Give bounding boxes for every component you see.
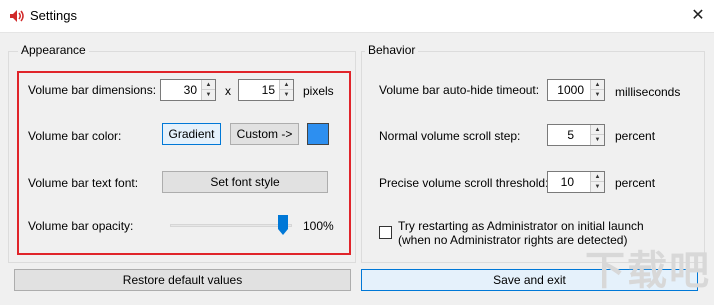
scroll-step-label: Normal volume scroll step: [379,129,521,143]
opacity-value: 100% [303,219,334,233]
font-label: Volume bar text font: [28,176,139,190]
gradient-button[interactable]: Gradient [162,123,221,145]
window-title: Settings [30,8,77,23]
color-label: Volume bar color: [28,129,122,143]
opacity-slider-thumb[interactable] [278,215,288,235]
autohide-spinner[interactable]: 1000 ▲ ▼ [547,79,605,101]
admin-restart-label-line1: Try restarting as Administrator on initi… [398,219,644,233]
dimension-separator: x [225,84,231,98]
scroll-step-spinner-arrows[interactable]: ▲ ▼ [590,125,604,145]
title-bar: Settings ✕ [0,0,714,32]
scroll-step-unit: percent [615,129,656,143]
precise-down-arrow-icon[interactable]: ▼ [591,182,604,192]
precise-threshold-label: Precise volume scroll threshold: [379,176,549,190]
autohide-down-arrow-icon[interactable]: ▼ [591,90,604,100]
width-up-arrow-icon[interactable]: ▲ [202,80,215,90]
precise-threshold-value[interactable]: 10 [548,172,578,192]
width-down-arrow-icon[interactable]: ▼ [202,90,215,100]
behavior-group-label: Behavior [365,43,419,57]
admin-restart-checkbox[interactable] [379,226,392,239]
watermark-logo: 下载吧 [585,249,711,293]
dimensions-label: Volume bar dimensions: [28,83,157,97]
autohide-value[interactable]: 1000 [548,80,588,100]
height-value[interactable]: 15 [239,80,279,100]
autohide-up-arrow-icon[interactable]: ▲ [591,80,604,90]
height-up-arrow-icon[interactable]: ▲ [280,80,293,90]
scroll-step-down-arrow-icon[interactable]: ▼ [591,135,604,145]
height-spinner[interactable]: 15 ▲ ▼ [238,79,294,101]
height-spinner-arrows[interactable]: ▲ ▼ [279,80,293,100]
scroll-step-value[interactable]: 5 [548,125,578,145]
width-value[interactable]: 30 [161,80,201,100]
speaker-icon [9,9,25,23]
width-spinner-arrows[interactable]: ▲ ▼ [201,80,215,100]
width-spinner[interactable]: 30 ▲ ▼ [160,79,216,101]
precise-threshold-unit: percent [615,176,656,190]
precise-up-arrow-icon[interactable]: ▲ [591,172,604,182]
appearance-group-label: Appearance [18,43,89,57]
autohide-label: Volume bar auto-hide timeout: [379,83,540,97]
autohide-unit: milliseconds [615,85,681,99]
custom-color-button[interactable]: Custom -> [230,123,299,145]
restore-defaults-button[interactable]: Restore default values [14,269,351,291]
opacity-label: Volume bar opacity: [28,219,134,233]
precise-threshold-spinner[interactable]: 10 ▲ ▼ [547,171,605,193]
precise-threshold-spinner-arrows[interactable]: ▲ ▼ [590,172,604,192]
scroll-step-spinner[interactable]: 5 ▲ ▼ [547,124,605,146]
color-swatch[interactable] [307,123,329,145]
set-font-button[interactable]: Set font style [162,171,328,193]
height-down-arrow-icon[interactable]: ▼ [280,90,293,100]
autohide-spinner-arrows[interactable]: ▲ ▼ [590,80,604,100]
pixels-unit: pixels [303,84,334,98]
opacity-slider-track[interactable] [170,224,292,227]
scroll-step-up-arrow-icon[interactable]: ▲ [591,125,604,135]
close-icon[interactable]: ✕ [686,4,710,28]
